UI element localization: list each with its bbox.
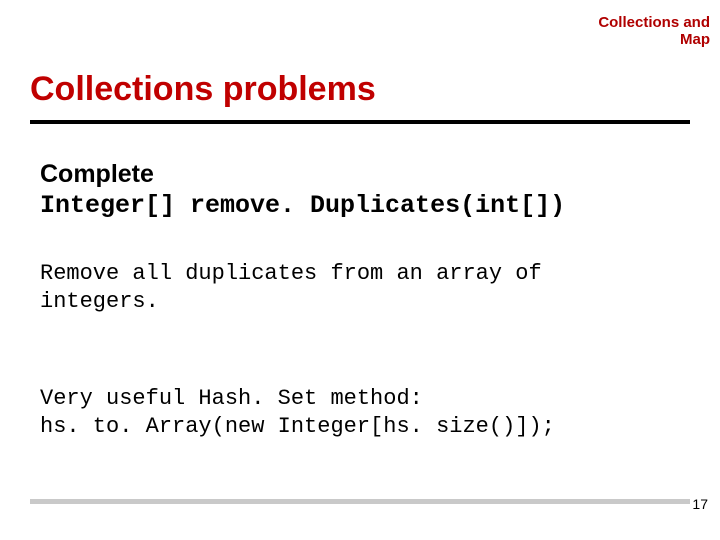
- footer-divider: [30, 499, 690, 504]
- method-signature: Integer[] remove. Duplicates(int[]): [40, 191, 680, 220]
- title-divider: [30, 120, 690, 124]
- hint-line2: hs. to. Array(new Integer[hs. size()]);: [40, 414, 555, 439]
- page-title: Collections problems: [30, 70, 376, 109]
- header-line2: Map: [680, 31, 710, 48]
- header-line1: Collections and: [598, 14, 710, 31]
- header-label: Collections and Map: [598, 14, 710, 49]
- problem-description: Remove all duplicates from an array of i…: [40, 260, 660, 315]
- hint-block: Very useful Hash. Set method: hs. to. Ar…: [40, 385, 680, 440]
- page-number: 17: [692, 496, 708, 512]
- content-area: Complete Integer[] remove. Duplicates(in…: [40, 160, 680, 440]
- complete-label: Complete: [40, 160, 680, 189]
- hint-line1: Very useful Hash. Set method:: [40, 386, 423, 411]
- slide: Collections and Map Collections problems…: [0, 0, 720, 540]
